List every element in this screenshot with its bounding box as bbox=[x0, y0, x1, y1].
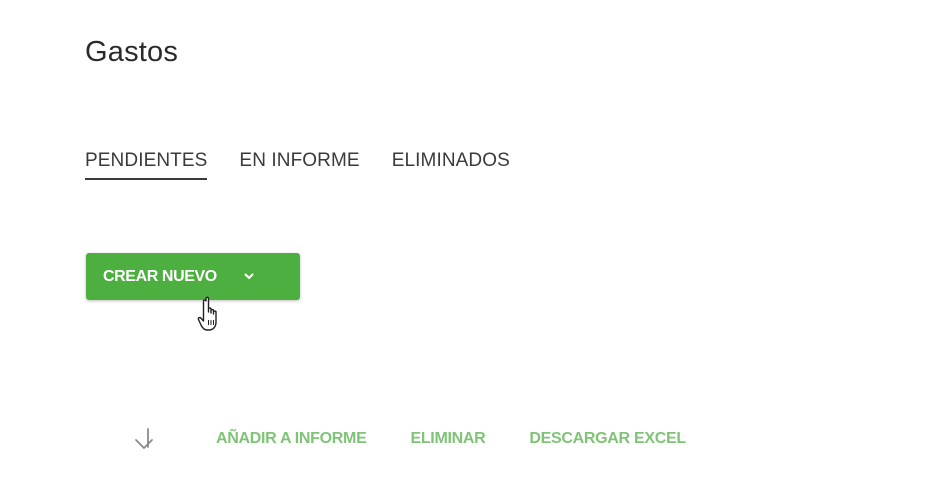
tab-en-informe[interactable]: EN INFORME bbox=[239, 150, 359, 180]
delete-link[interactable]: ELIMINAR bbox=[410, 430, 485, 448]
add-to-report-link[interactable]: AÑADIR A INFORME bbox=[216, 430, 367, 448]
tab-bar: PENDIENTES EN INFORME ELIMINADOS bbox=[85, 150, 542, 180]
download-excel-link[interactable]: DESCARGAR EXCEL bbox=[529, 430, 686, 448]
tab-pendientes[interactable]: PENDIENTES bbox=[85, 150, 208, 180]
tab-eliminados[interactable]: ELIMINADOS bbox=[392, 150, 510, 180]
create-new-button-label: CREAR NUEVO bbox=[103, 267, 217, 285]
bulk-actions-toolbar: AÑADIR A INFORME ELIMINAR DESCARGAR EXCE… bbox=[134, 426, 686, 452]
create-new-button[interactable]: CREAR NUEVO bbox=[86, 253, 300, 300]
arrow-down-icon[interactable] bbox=[134, 426, 156, 452]
page-title: Gastos bbox=[85, 36, 179, 68]
chevron-down-icon[interactable] bbox=[243, 271, 255, 283]
hand-pointer-cursor-icon bbox=[197, 296, 217, 331]
